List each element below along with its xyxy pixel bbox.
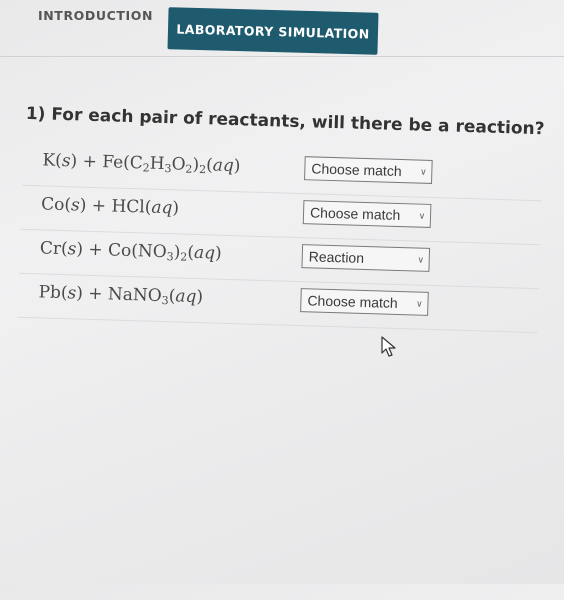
dropdown-value: Choose match	[311, 160, 402, 180]
mouse-cursor-icon	[380, 335, 398, 364]
match-dropdown[interactable]: Choose match ∨	[300, 288, 429, 316]
reactant-row: K(s) + Fe(C2H3O2)2(aq) Choose match ∨	[21, 146, 542, 202]
match-dropdown[interactable]: Choose match ∨	[304, 156, 433, 184]
dropdown-value: Choose match	[307, 292, 398, 311]
chevron-down-icon: ∨	[415, 298, 423, 309]
reactant-row: Co(s) + HCl(aq) Choose match ∨	[20, 190, 541, 246]
reactant-row: Cr(s) + Co(NO3)2(aq) Reaction ∨	[19, 234, 539, 290]
match-dropdown[interactable]: Reaction ∨	[301, 244, 431, 272]
reactant-formula: Co(s) + HCl(aq)	[40, 194, 180, 219]
reactant-formula: Cr(s) + Co(NO3)2(aq)	[39, 238, 222, 264]
reactant-row: Pb(s) + NaNO3(aq) Choose match ∨	[17, 278, 538, 334]
chevron-down-icon: ∨	[417, 254, 425, 265]
dropdown-value: Reaction	[308, 248, 365, 266]
chevron-down-icon: ∨	[419, 166, 427, 177]
reactant-formula: K(s) + Fe(C2H3O2)2(aq)	[42, 150, 241, 177]
question-text: 1) For each pair of reactants, will ther…	[25, 103, 545, 140]
match-dropdown[interactable]: Choose match ∨	[302, 200, 432, 228]
dropdown-value: Choose match	[309, 204, 401, 224]
chevron-down-icon: ∨	[418, 210, 426, 221]
row-divider	[17, 316, 538, 334]
question-panel: 1) For each pair of reactants, will ther…	[0, 0, 564, 600]
reactant-formula: Pb(s) + NaNO3(aq)	[38, 282, 204, 308]
